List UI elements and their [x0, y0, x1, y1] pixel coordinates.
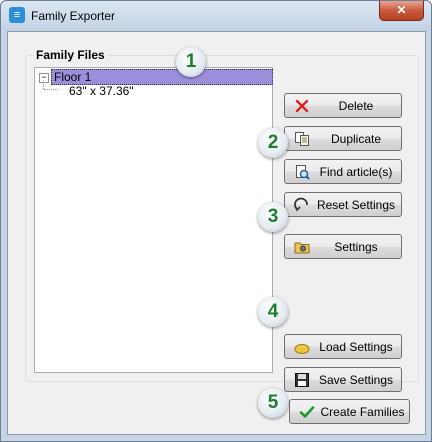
find-label: Find article(s) — [319, 165, 393, 179]
settings-button[interactable]: Settings — [284, 234, 402, 259]
tree-item-label: 63" x 37.36" — [69, 84, 134, 98]
callout-badge-2: 2 — [258, 128, 288, 158]
create-families-button[interactable]: Create Families — [289, 399, 410, 424]
callout-badge-1: 1 — [176, 47, 206, 77]
folder-icon — [294, 339, 310, 355]
family-tree[interactable]: − Floor 1 63" x 37.36" — [34, 67, 273, 373]
delete-button[interactable]: Delete — [284, 93, 402, 118]
reset-label: Reset Settings — [316, 198, 396, 212]
settings-icon — [294, 239, 310, 255]
title-bar[interactable]: ≡ Family Exporter ✕ — [1, 1, 431, 31]
duplicate-label: Duplicate — [330, 132, 382, 146]
family-files-group: Family Files − Floor 1 63" x 37.36" Dele… — [25, 48, 419, 392]
checkmark-icon — [299, 404, 315, 420]
load-settings-button[interactable]: Load Settings — [284, 334, 402, 359]
family-exporter-window: ≡ Family Exporter ✕ Family Files − Floor… — [0, 0, 432, 442]
delete-label: Delete — [338, 99, 374, 113]
tree-connector — [44, 89, 58, 90]
floppy-disk-icon — [294, 372, 310, 388]
save-settings-button[interactable]: Save Settings — [284, 367, 402, 392]
save-label: Save Settings — [318, 373, 394, 387]
app-logo-icon: ≡ — [9, 7, 25, 23]
window-title: Family Exporter — [31, 9, 116, 23]
load-label: Load Settings — [319, 340, 393, 354]
duplicate-button[interactable]: Duplicate — [284, 126, 402, 151]
settings-label: Settings — [334, 240, 378, 254]
create-label: Create Families — [320, 405, 405, 419]
group-label: Family Files — [34, 48, 107, 62]
close-icon: ✕ — [396, 3, 407, 17]
callout-badge-5: 5 — [258, 388, 288, 418]
find-icon — [294, 164, 310, 180]
duplicate-icon — [294, 131, 310, 147]
collapse-icon[interactable]: − — [39, 73, 49, 83]
find-articles-button[interactable]: Find article(s) — [284, 159, 402, 184]
reset-arrow-icon — [294, 197, 310, 213]
reset-settings-button[interactable]: Reset Settings — [284, 192, 402, 217]
close-button[interactable]: ✕ — [379, 1, 424, 21]
callout-badge-4: 4 — [258, 297, 288, 327]
delete-icon — [294, 98, 310, 114]
callout-badge-3: 3 — [258, 202, 288, 232]
tree-connector — [43, 80, 44, 89]
tree-item-child[interactable]: 63" x 37.36" — [69, 83, 134, 99]
client-area: Family Files − Floor 1 63" x 37.36" Dele… — [7, 31, 426, 435]
